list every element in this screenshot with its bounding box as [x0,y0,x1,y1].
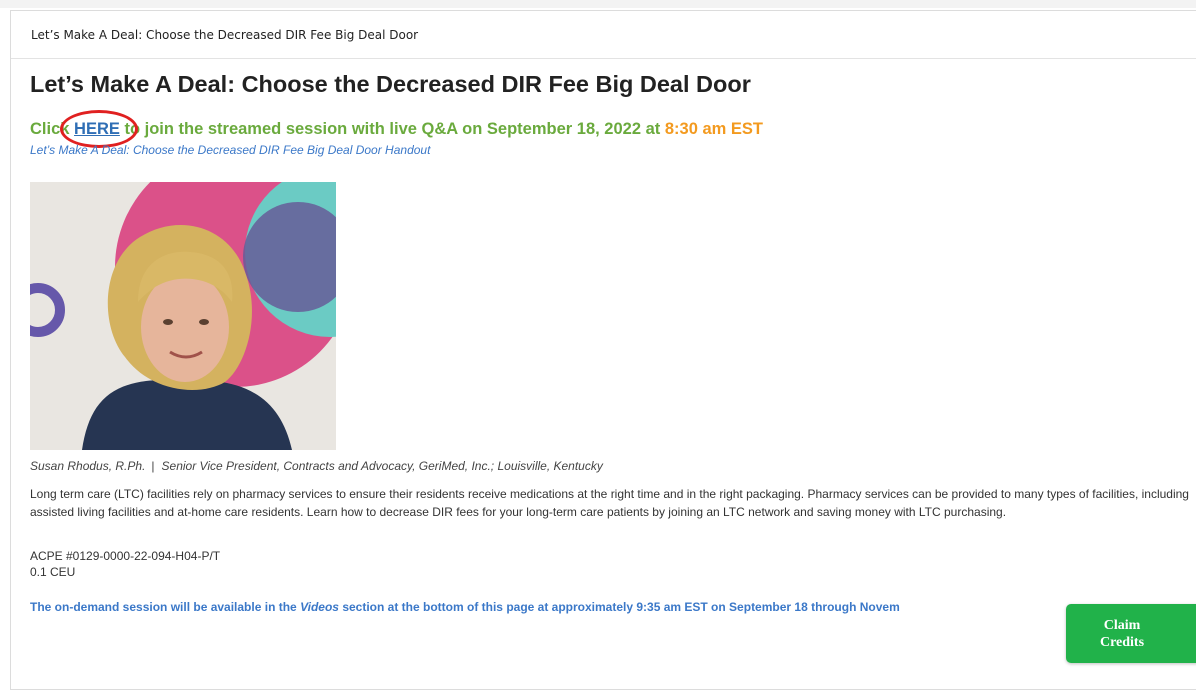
session-description: Long term care (LTC) facilities rely on … [30,487,1189,519]
speaker-name: Susan Rhodus, R.Ph. [30,459,146,473]
ondemand-videos: Videos [300,600,339,614]
top-strip [0,0,1196,8]
claim-credits-label: Claim Credits [1099,617,1145,650]
ceu-value: 0.1 CEU [30,565,76,579]
page-title: Let’s Make A Deal: Choose the Decreased … [30,71,751,97]
content-panel: Let’s Make A Deal: Choose the Decreased … [10,10,1196,690]
acpe-number: ACPE #0129-0000-22-094-H04-P/T [30,549,221,563]
claim-credits-button[interactable]: Claim Credits [1066,604,1196,663]
speaker-role: Senior Vice President, Contracts and Adv… [161,459,603,473]
speaker-photo [30,182,336,450]
stream-middle: to join the streamed session with live Q… [119,120,665,138]
panel-header-title: Let’s Make A Deal: Choose the Decreased … [31,27,419,42]
speaker-caption: Susan Rhodus, R.Ph. | Senior Vice Presiden… [30,459,603,473]
panel-header: Let’s Make A Deal: Choose the Decreased … [11,11,1196,59]
stream-prefix: Click [30,120,75,138]
caption-separator: | [151,459,155,473]
speaker-photo-illustration [30,182,336,450]
handout-link[interactable]: Let’s Make A Deal: Choose the Decreased … [30,143,430,157]
ondemand-suffix: section at the bottom of this page at ap… [338,600,900,614]
ondemand-notice: The on-demand session will be available … [30,600,900,614]
stream-session-line: Click HERE to join the streamed session … [30,120,763,139]
here-link[interactable]: HERE [74,120,120,138]
ondemand-prefix: The on-demand session will be available … [30,600,301,614]
stream-time: 8:30 am EST [664,120,763,138]
